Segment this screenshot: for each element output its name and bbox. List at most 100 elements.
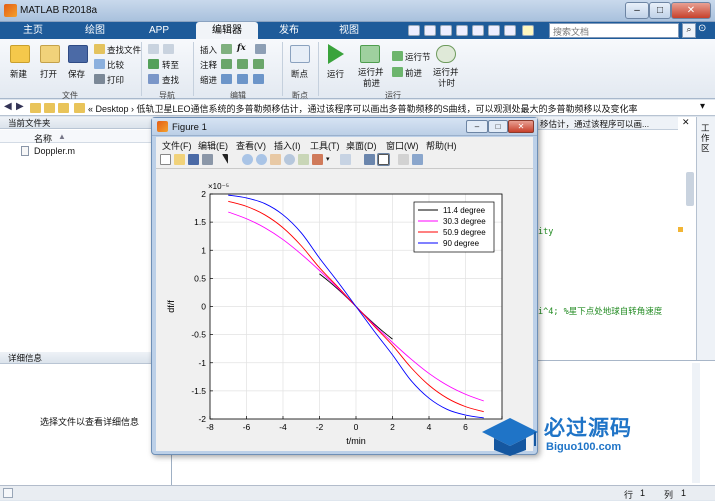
run-section-button[interactable]: 运行节 <box>405 51 431 63</box>
help-quick-icon[interactable] <box>522 25 534 36</box>
editor-scrollbar-thumb[interactable] <box>686 172 694 206</box>
new-file-icon[interactable] <box>10 45 30 63</box>
run-icon[interactable] <box>328 44 344 64</box>
address-dropdown-icon[interactable]: ▾ <box>700 101 705 112</box>
tab-view[interactable]: 视图 <box>322 22 376 39</box>
back-arrow-icon[interactable]: ◀ <box>4 101 12 112</box>
file-list-item[interactable]: Doppler.m <box>0 145 171 158</box>
code-analyzer-marker[interactable] <box>678 227 683 232</box>
comment-button[interactable]: 注释 <box>200 59 217 71</box>
goto-icon[interactable] <box>148 59 159 69</box>
editor-close-icon[interactable]: ✕ <box>682 117 690 128</box>
link-plot-icon[interactable] <box>340 154 351 165</box>
open-label[interactable]: 打开 <box>40 68 57 80</box>
find-files-icon[interactable] <box>94 44 105 54</box>
indent-button[interactable]: 缩进 <box>200 74 217 86</box>
pan-hand-icon[interactable] <box>270 154 281 165</box>
save-disk-icon[interactable] <box>68 45 88 63</box>
run-section-icon[interactable] <box>392 51 403 61</box>
figure-window[interactable]: Figure 1 – □ ✕ 文件(F) 编辑(E) 查看(V) 插入(I) 工… <box>151 117 538 455</box>
workspace-side-tab[interactable]: 工作区 <box>701 123 711 153</box>
insert-section-icon[interactable] <box>221 44 232 54</box>
search-documentation-input[interactable]: 搜索文档 <box>549 23 679 38</box>
new-label[interactable]: 新建 <box>10 68 27 80</box>
undo-quick-icon[interactable] <box>472 25 484 36</box>
up-folder-icon[interactable] <box>44 103 55 113</box>
insert-function-icon[interactable]: fx <box>237 43 246 53</box>
colorbar-icon[interactable] <box>364 154 375 165</box>
wrap-comment-icon[interactable] <box>253 59 264 69</box>
save-quick-icon[interactable] <box>408 25 420 36</box>
workspace-side-panel[interactable]: 工作区 <box>696 117 715 360</box>
tab-home[interactable]: 主页 <box>6 22 60 39</box>
toolstrip-options-icon[interactable]: ⊙ <box>698 23 712 38</box>
command-scrollbar[interactable] <box>692 363 700 483</box>
tab-editor[interactable]: 编辑器 <box>196 22 258 39</box>
legend[interactable]: 11.4 degree 30.3 degree 50.9 degree 90 degr… <box>413 201 495 253</box>
search-icon[interactable]: ⌕ <box>682 23 696 38</box>
advance-icon[interactable] <box>392 67 403 77</box>
copy-quick-icon[interactable] <box>440 25 452 36</box>
folder-breadcrumb[interactable]: « Desktop › 低轨卫星LEO通信系统的多普勒频移估计，通过该程序可以画… <box>88 102 638 115</box>
breakpoints-icon[interactable] <box>290 45 310 63</box>
folder-icon[interactable] <box>30 103 41 113</box>
show-plot-tools-icon[interactable] <box>412 154 423 165</box>
decrease-indent-icon[interactable] <box>253 74 264 84</box>
file-name[interactable]: Doppler.m <box>34 146 75 156</box>
back-nav-icon[interactable] <box>148 44 159 54</box>
uncomment-icon[interactable] <box>237 59 248 69</box>
hide-plot-tools-icon[interactable] <box>398 154 409 165</box>
tab-plots[interactable]: 绘图 <box>68 22 122 39</box>
run-and-time-label-line2[interactable]: 计时 <box>438 77 455 89</box>
find-icon[interactable] <box>148 74 159 84</box>
print-button[interactable]: 打印 <box>107 74 124 86</box>
goto-button[interactable]: 转至 <box>162 59 179 71</box>
figure-minimize-button[interactable]: – <box>466 120 488 133</box>
redo-quick-icon[interactable] <box>488 25 500 36</box>
tab-publish[interactable]: 发布 <box>262 22 316 39</box>
doppler-plot[interactable]: -8-6-4-202468-2-1.5-1-0.500.511.52 t/min… <box>156 169 533 451</box>
forward-arrow-icon[interactable]: ▶ <box>16 101 24 112</box>
figure-maximize-button[interactable]: □ <box>488 120 508 133</box>
maximize-button[interactable]: □ <box>649 2 671 19</box>
print-figure-icon[interactable] <box>202 154 213 165</box>
pointer-icon[interactable] <box>222 154 228 164</box>
paste-quick-icon[interactable] <box>456 25 468 36</box>
browse-folder-icon[interactable] <box>58 103 69 113</box>
new-figure-icon[interactable] <box>160 154 171 165</box>
data-cursor-icon[interactable] <box>298 154 309 165</box>
run-and-advance-label-line2[interactable]: 前进 <box>363 77 380 89</box>
smart-indent-icon[interactable] <box>221 74 232 84</box>
legend-icon[interactable] <box>377 153 390 166</box>
open-folder-icon[interactable] <box>40 45 60 63</box>
switch-windows-icon[interactable] <box>504 25 516 36</box>
zoom-out-icon[interactable] <box>256 154 267 165</box>
increase-indent-icon[interactable] <box>237 74 248 84</box>
find-files-button[interactable]: 查找文件 <box>107 44 141 56</box>
tab-apps[interactable]: APP <box>132 22 186 39</box>
minimize-button[interactable]: – <box>625 2 649 19</box>
run-and-time-icon[interactable] <box>436 45 456 63</box>
sort-ascending-icon[interactable]: ▲ <box>58 132 66 141</box>
comment-icon[interactable] <box>221 59 232 69</box>
close-button[interactable]: ✕ <box>671 2 711 19</box>
edit-menu-icon[interactable] <box>255 44 266 54</box>
find-button[interactable]: 查找 <box>162 74 179 86</box>
figure-canvas[interactable]: -8-6-4-202468-2-1.5-1-0.500.511.52 t/min… <box>156 169 533 451</box>
name-column-header[interactable]: 名称 <box>34 132 52 145</box>
rotate-3d-icon[interactable] <box>284 154 295 165</box>
forward-nav-icon[interactable] <box>163 44 174 54</box>
print-icon[interactable] <box>94 74 105 84</box>
breakpoints-button[interactable]: 断点 <box>291 68 308 80</box>
advance-button[interactable]: 前进 <box>405 67 422 79</box>
figure-close-button[interactable]: ✕ <box>508 120 534 133</box>
compare-button[interactable]: 比较 <box>107 59 124 71</box>
save-figure-icon[interactable] <box>188 154 199 165</box>
cut-quick-icon[interactable] <box>424 25 436 36</box>
open-file-icon[interactable] <box>174 154 185 165</box>
run-and-advance-icon[interactable] <box>360 45 380 63</box>
run-button[interactable]: 运行 <box>327 68 344 80</box>
save-label[interactable]: 保存 <box>68 68 85 80</box>
compare-icon[interactable] <box>94 59 105 69</box>
figure-title-bar[interactable]: Figure 1 – □ ✕ <box>152 118 537 136</box>
